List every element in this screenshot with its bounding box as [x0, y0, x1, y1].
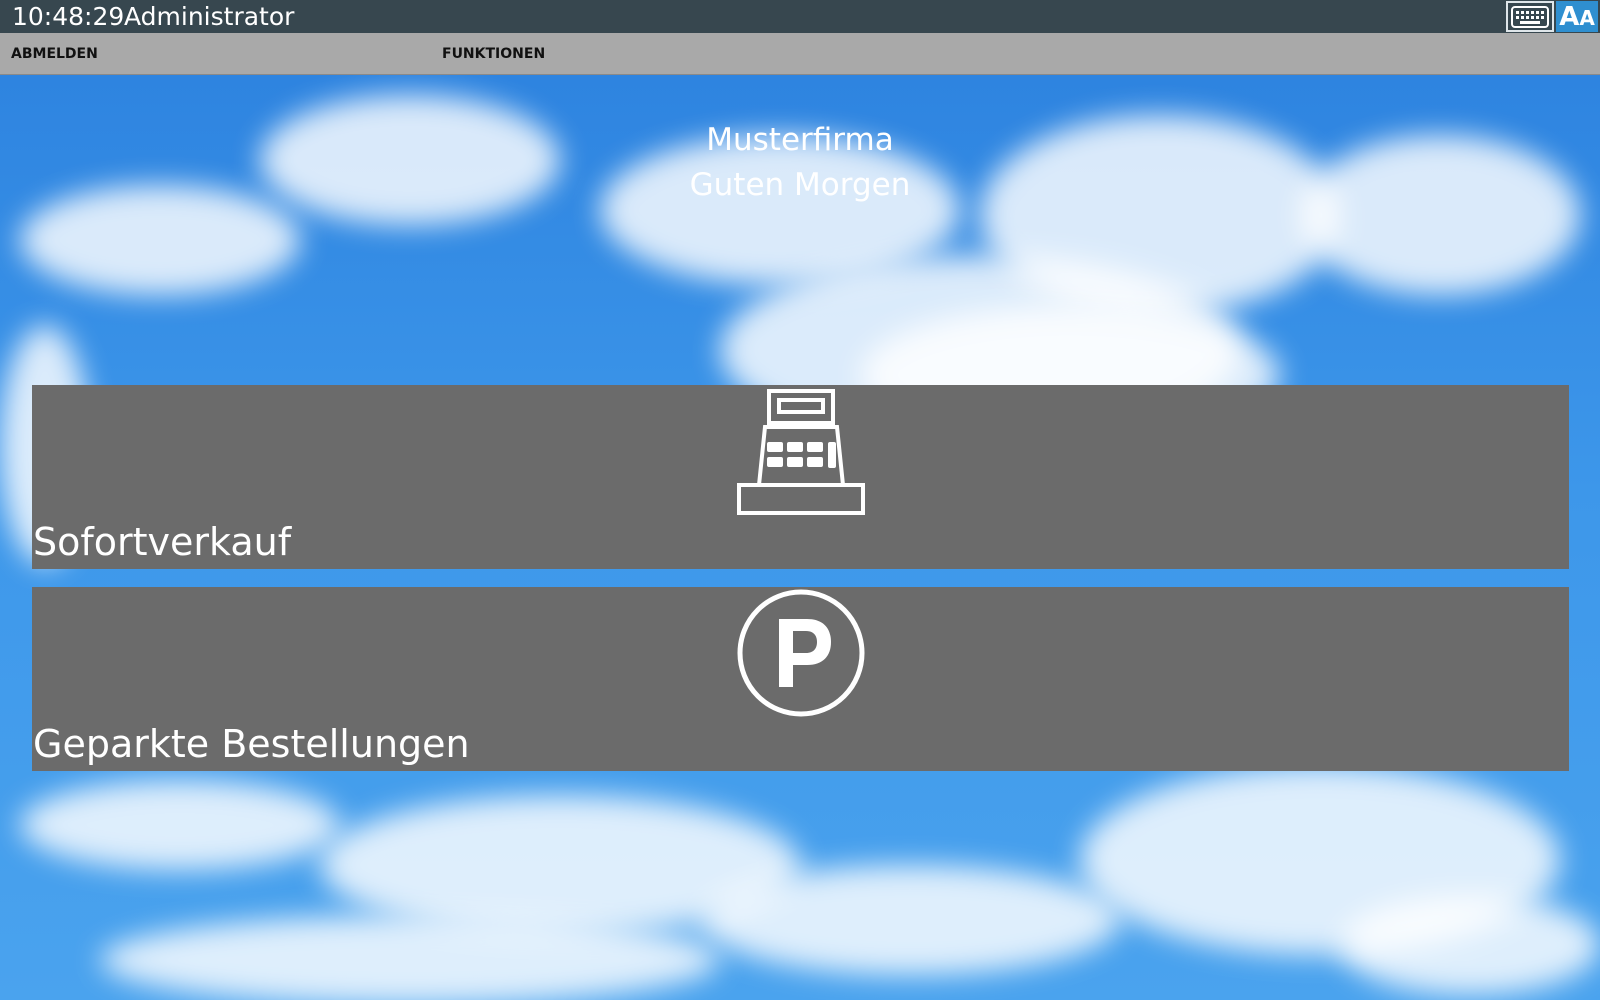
keyboard-button[interactable]	[1506, 1, 1554, 32]
app-window: 10:48:29 Administrator AA ABMELDEN FUNKT…	[0, 0, 1600, 1000]
keyboard-icon	[1511, 5, 1549, 28]
cash-register-icon	[737, 389, 865, 515]
tile-geparkte-bestellungen[interactable]: Geparkte Bestellungen	[32, 587, 1569, 771]
title-bar: 10:48:29 Administrator AA	[0, 0, 1600, 33]
greeting: Musterfirma Guten Morgen	[600, 118, 1000, 208]
tile-label-geparkte-bestellungen: Geparkte Bestellungen	[33, 722, 470, 766]
clock: 10:48:29	[12, 2, 125, 31]
font-size-icon: AA	[1559, 4, 1595, 30]
tile-label-sofortverkauf: Sofortverkauf	[33, 520, 292, 564]
company-name: Musterfirma	[706, 122, 894, 158]
logout-menu-item[interactable]: ABMELDEN	[11, 33, 98, 75]
tile-sofortverkauf[interactable]: Sofortverkauf	[32, 385, 1569, 569]
user-name: Administrator	[124, 2, 295, 31]
functions-menu-item[interactable]: FUNKTIONEN	[442, 33, 545, 75]
font-size-button[interactable]: AA	[1556, 1, 1598, 32]
parking-icon	[737, 589, 865, 717]
salutation: Guten Morgen	[689, 167, 911, 203]
menu-bar: ABMELDEN FUNKTIONEN	[0, 33, 1600, 75]
font-size-big-a: A	[1559, 2, 1580, 32]
font-size-small-a: A	[1579, 6, 1595, 30]
